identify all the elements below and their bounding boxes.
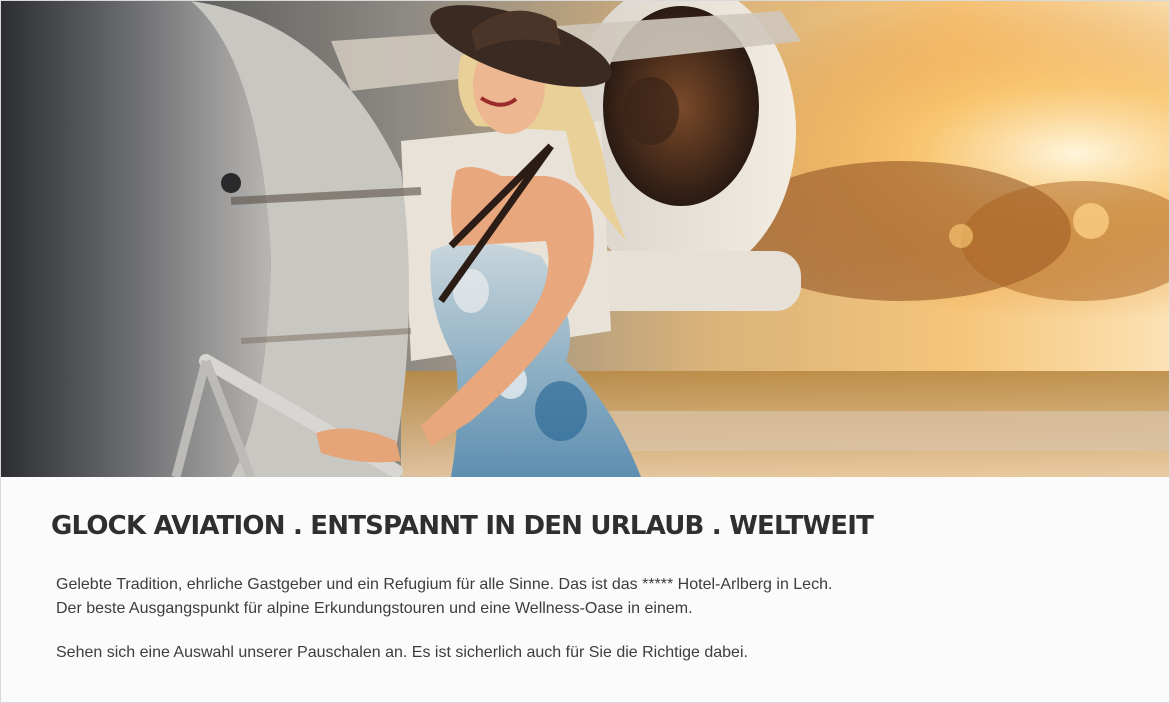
hero-illustration bbox=[1, 1, 1169, 477]
hero-image bbox=[1, 1, 1169, 477]
intro-line-2: Der beste Ausgangspunkt für alpine Erkun… bbox=[56, 600, 693, 617]
packages-line: Sehen sich eine Auswahl unserer Pauschal… bbox=[56, 644, 748, 661]
page: GLOCK AVIATION . ENTSPANNT IN DEN URLAUB… bbox=[0, 0, 1170, 703]
content-section: GLOCK AVIATION . ENTSPANNT IN DEN URLAUB… bbox=[1, 477, 1169, 702]
intro-line-1: Gelebte Tradition, ehrliche Gastgeber un… bbox=[56, 576, 833, 593]
intro-text: Gelebte Tradition, ehrliche Gastgeber un… bbox=[56, 573, 1116, 665]
page-title: GLOCK AVIATION . ENTSPANNT IN DEN URLAUB… bbox=[51, 511, 874, 541]
